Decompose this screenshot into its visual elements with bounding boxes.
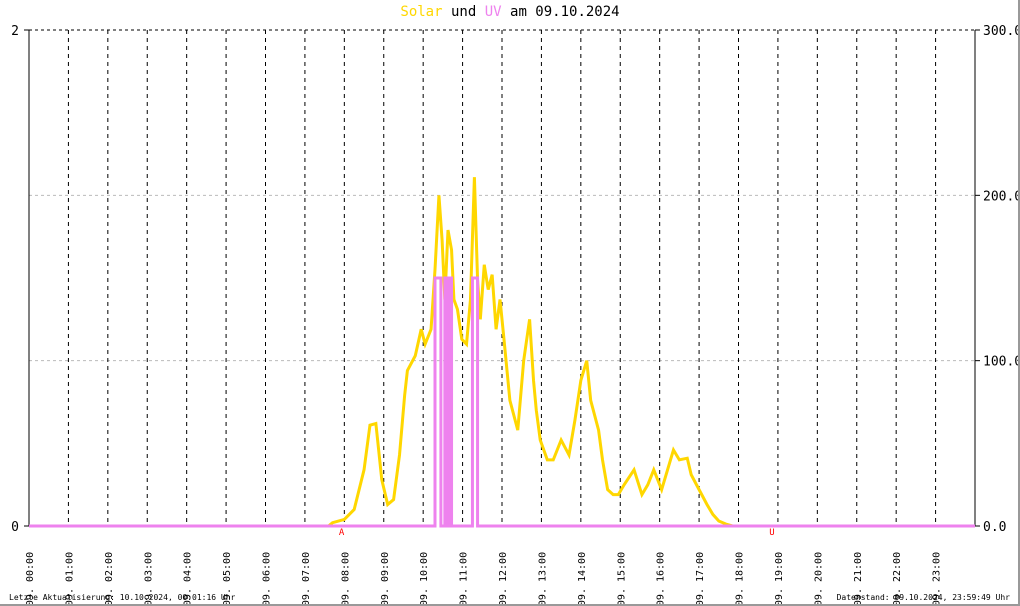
x-tick-label: 09. 15:00 — [616, 552, 627, 606]
x-tick-label: 09. 09:00 — [380, 552, 391, 606]
left-tick-label: 0 — [11, 520, 19, 535]
right-tick-label: 100.0 — [983, 355, 1020, 370]
plot-area: 0.0100.0200.0300.009. 00:00 09. 01:00 09. … — [11, 24, 1020, 606]
x-tick-label: 09. 19:00 — [774, 552, 785, 606]
x-tick-label: 09. 10:00 — [419, 552, 430, 606]
right-tick-label: 0.0 — [983, 520, 1006, 535]
x-tick-label: 09. 08:00 — [340, 552, 351, 606]
right-tick-label: 200.0 — [983, 189, 1020, 204]
right-tick-label: 300.0 — [983, 24, 1020, 39]
x-tick-label: 09. 12:00 — [498, 552, 509, 606]
left-tick-label: 2 — [11, 24, 19, 39]
x-tick-label: 09. 06:00 — [262, 552, 273, 606]
x-tick-label: 09. 07:00 — [301, 552, 312, 606]
x-tick-label: 09. 14:00 — [577, 552, 588, 606]
x-tick-label: 09. 18:00 — [735, 552, 746, 606]
x-tick-label: 09. 17:00 — [695, 552, 706, 606]
chart-window: Solar und UV am 09.10.2024 0.0 100.0 200.0… — [0, 0, 1020, 606]
marker-a: A — [339, 528, 345, 538]
x-tick-label: 09. 13:00 — [537, 552, 548, 606]
marker-u: U — [769, 528, 774, 538]
x-tick-label: 09. 11:00 — [459, 552, 470, 606]
x-tick-label: 09. 16:00 — [656, 552, 667, 606]
footer-data-status: Datenstand: 09.10.2024, 23:59:49 Uhr — [836, 593, 1010, 602]
x-tick-label: 09. 20:00 — [813, 552, 824, 606]
footer-last-update: Letzte Aktualisierung: 10.10.2024, 00:01… — [9, 593, 236, 602]
